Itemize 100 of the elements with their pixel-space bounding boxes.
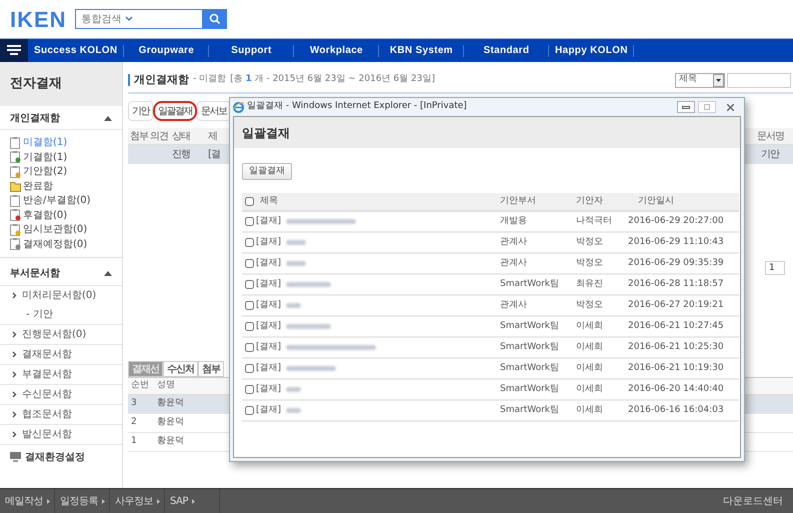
table-cell-text: 개발용 xyxy=(500,215,528,228)
row-checkbox[interactable] xyxy=(245,364,254,374)
page-number[interactable]: 1 xyxy=(765,260,785,274)
nav-item[interactable]: Support xyxy=(209,43,294,58)
row-checkbox[interactable] xyxy=(245,259,254,268)
table-cell-text: [결재] xyxy=(256,215,282,228)
popup-heading: 일괄결재 xyxy=(242,124,290,142)
search-button[interactable] xyxy=(202,9,227,29)
footer-link[interactable]: 메일작성 xyxy=(0,489,55,513)
nav-item[interactable]: Success KOLON xyxy=(28,43,124,58)
sidebar-item[interactable]: 기안함(2) xyxy=(23,164,68,180)
sidebar-item[interactable]: 후결함(0) xyxy=(23,208,68,223)
sidebar-item[interactable]: 진행문서함(0) xyxy=(22,327,86,342)
toolbar-button[interactable]: 일괄결재 xyxy=(153,101,197,121)
table-cell-text: 2 xyxy=(131,416,138,430)
settings-link[interactable]: 결재환경설정 xyxy=(25,450,85,464)
sidebar-item[interactable]: 수신문서함 xyxy=(22,387,72,402)
clipboard-icon xyxy=(10,166,21,178)
column-header: 문서명 xyxy=(757,130,785,144)
row-checkbox[interactable] xyxy=(245,217,254,226)
minimize-button[interactable] xyxy=(677,101,695,113)
row-checkbox[interactable] xyxy=(245,406,254,416)
table-cell-text: SmartWork팀 xyxy=(500,362,560,375)
sidebar-subitem[interactable]: - 기안 xyxy=(26,307,53,322)
clipboard-icon xyxy=(10,224,21,236)
sidebar-item[interactable]: 결재문서함 xyxy=(22,347,72,362)
table-cell-text: [결재] xyxy=(256,320,282,333)
column-header: 상태 xyxy=(172,130,191,144)
search-field[interactable]: 통합검색 xyxy=(74,9,203,29)
table-cell-text: [결재] xyxy=(256,404,282,417)
footer-link[interactable]: 사우정보 xyxy=(110,489,165,513)
row-checkbox[interactable] xyxy=(245,343,254,352)
chevron-icon xyxy=(12,351,17,358)
table-cell-text: 박정오 xyxy=(575,236,604,249)
nav-item[interactable]: Workplace xyxy=(294,43,378,58)
tab[interactable]: 수신처 xyxy=(163,361,198,377)
clipboard-icon xyxy=(10,136,21,149)
sidebar-item[interactable]: 반송/부결함(0) xyxy=(23,193,91,208)
row-checkbox[interactable] xyxy=(245,280,254,290)
table-cell-text: [결재] xyxy=(256,299,282,312)
table-cell-text: 2016-06-21 10:25:30 xyxy=(628,341,724,354)
column-header: 순번 xyxy=(131,379,150,392)
column-header: 성명 xyxy=(157,379,175,392)
toolbar-button[interactable]: 기안 xyxy=(128,101,153,121)
sidebar-item[interactable]: 미결함(1) xyxy=(23,135,68,150)
footer-link[interactable]: 다운로드센터 xyxy=(723,494,793,508)
table-cell-text: [결재] xyxy=(256,362,282,375)
nav-item[interactable]: Groupware xyxy=(124,43,208,58)
table-cell-text: [결재] xyxy=(256,383,282,396)
table-cell-text: 황윤덕 xyxy=(157,397,184,410)
footer-link[interactable]: SAP xyxy=(165,489,220,513)
nav-item[interactable]: KBN System xyxy=(379,43,464,58)
table-cell-text: SmartWork팀 xyxy=(500,341,560,354)
monitor-icon xyxy=(10,452,21,462)
table-cell-text: 관계사 xyxy=(500,236,528,249)
row-checkbox[interactable] xyxy=(245,322,254,332)
blurred-text xyxy=(286,219,356,224)
toolbar-button[interactable]: 문서보 xyxy=(197,101,230,121)
column-header: 기안부서 xyxy=(500,195,537,208)
table-cell-text: 박정오 xyxy=(575,299,604,312)
table-cell-text: 관계사 xyxy=(500,257,528,270)
row-checkbox[interactable] xyxy=(245,238,254,248)
column-header: 첨부 xyxy=(130,130,150,144)
browser-icon xyxy=(233,102,244,112)
table-cell-text: [결재] xyxy=(256,341,282,354)
sidebar-item[interactable]: 기결함(1) xyxy=(23,150,68,165)
collapse-icon[interactable] xyxy=(104,271,112,276)
table-cell-text: 최유진 xyxy=(575,278,604,291)
close-icon xyxy=(726,104,734,110)
chevron-icon xyxy=(12,391,17,398)
search-select[interactable]: 제목 xyxy=(675,72,725,88)
row-checkbox[interactable] xyxy=(245,385,254,394)
table-cell-text: 기안 xyxy=(760,148,780,162)
table-cell-text: 2016-06-20 14:40:40 xyxy=(628,383,724,396)
table-cell-text: [결 xyxy=(208,148,221,162)
sidebar-item[interactable]: 부결문서함 xyxy=(22,367,72,382)
sidebar-item[interactable]: 결재예정함(0) xyxy=(23,236,88,252)
sidebar-item[interactable]: 협조문서함 xyxy=(22,407,72,422)
sidebar-item[interactable]: 발신문서함 xyxy=(22,427,72,442)
collapse-icon[interactable] xyxy=(104,116,112,121)
nav-item[interactable]: Happy KOLON xyxy=(549,43,634,58)
batch-approve-button[interactable]: 일괄결재 xyxy=(242,163,292,180)
row-checkbox[interactable] xyxy=(245,301,254,310)
select-all-checkbox[interactable] xyxy=(245,197,254,206)
clipboard-icon xyxy=(10,151,21,164)
tab[interactable]: 첨부 xyxy=(198,361,224,377)
sidebar-item[interactable]: 완료함 xyxy=(23,178,53,194)
blurred-text xyxy=(286,282,331,288)
table-cell-text: 3 xyxy=(131,397,138,410)
menu-button[interactable] xyxy=(0,39,28,62)
folder-icon xyxy=(10,180,21,192)
column-header: 제목 xyxy=(260,195,279,208)
table-cell-text: [결재] xyxy=(256,278,282,291)
sidebar-item[interactable]: 미처리문서함(0) xyxy=(22,288,96,303)
sidebar-item[interactable]: 임시보관함(0) xyxy=(23,222,88,238)
table-cell-text: [결재] xyxy=(256,257,282,270)
search-input[interactable] xyxy=(727,72,791,88)
logo[interactable]: IKEN xyxy=(10,2,67,36)
footer-link[interactable]: 일정등록 xyxy=(55,489,110,513)
nav-item[interactable]: Standard xyxy=(464,43,548,58)
